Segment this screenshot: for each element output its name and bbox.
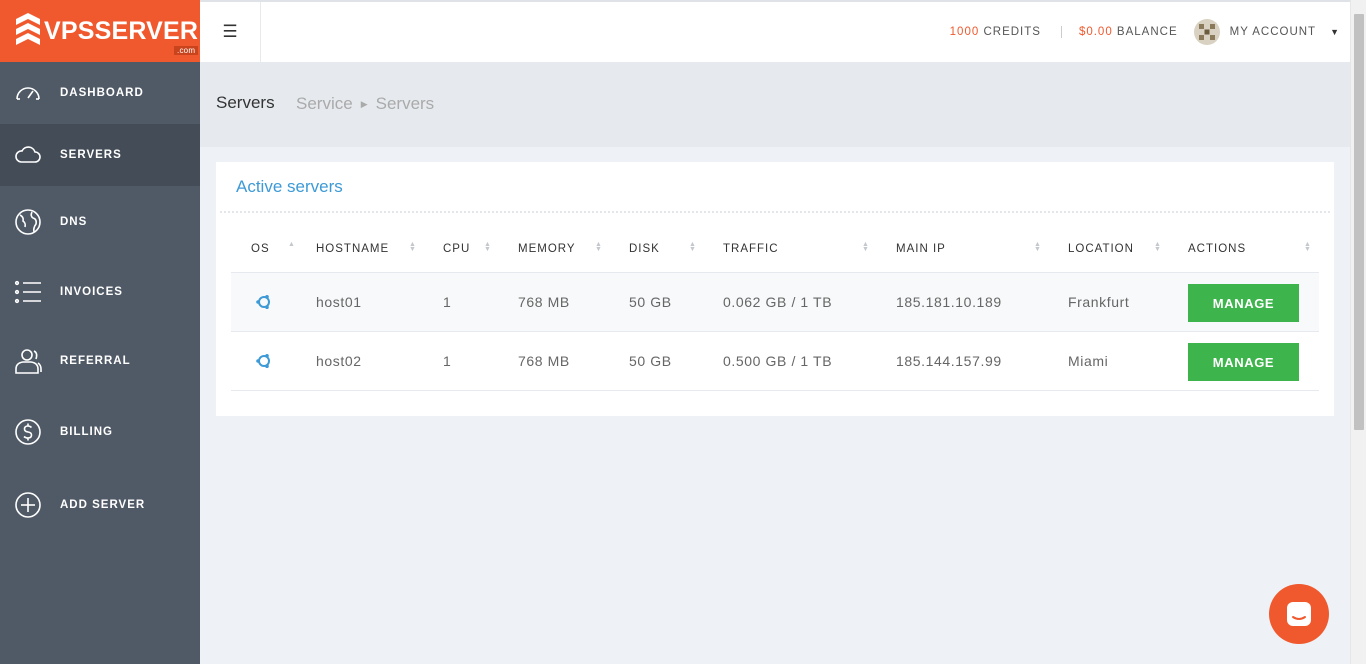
active-servers-card: Active servers OS ▲ HOSTNAME ▲ ▼ CPU ▲ ▼ M…: [216, 162, 1334, 416]
sort-icon[interactable]: ▲ ▼: [1304, 241, 1311, 253]
cell-location: Miami: [1068, 353, 1109, 369]
cell-traffic: 0.500 GB / 1 TB: [723, 353, 833, 369]
avatar-pattern-icon: [1198, 24, 1215, 40]
chevron-down-icon[interactable]: ▼: [1330, 27, 1340, 37]
cell-disk: 50 GB: [629, 353, 672, 369]
sidebar: VPSSERVER .com DASHBOARD SERVERS DNS INV…: [0, 0, 200, 664]
divider: [220, 211, 1330, 213]
sort-icon[interactable]: ▲ ▼: [689, 241, 696, 253]
cell-cpu: 1: [443, 353, 452, 369]
sidebar-item-referral[interactable]: REFERRAL: [0, 331, 200, 391]
column-header-main-ip[interactable]: MAIN IP: [896, 243, 946, 255]
cell-memory: 768 MB: [518, 353, 570, 369]
page-title: Servers: [216, 93, 275, 112]
sort-icon[interactable]: ▲ ▼: [1034, 241, 1041, 253]
cell-traffic: 0.062 GB / 1 TB: [723, 294, 833, 310]
sidebar-item-add-server[interactable]: ADD SERVER: [0, 475, 200, 535]
column-header-os[interactable]: OS: [251, 243, 270, 255]
cell-disk: 50 GB: [629, 294, 672, 310]
sidebar-item-label: SERVERS: [60, 149, 122, 161]
cell-cpu: 1: [443, 294, 452, 310]
column-header-hostname[interactable]: HOSTNAME: [316, 243, 389, 255]
sidebar-item-label: DNS: [60, 216, 88, 228]
breadcrumb-bar: Servers Service ▶ Servers: [200, 62, 1350, 147]
column-header-disk[interactable]: DISK: [629, 243, 660, 255]
sidebar-item-label: BILLING: [60, 426, 113, 438]
logo[interactable]: VPSSERVER .com: [0, 0, 200, 62]
speedometer-icon: [16, 87, 40, 100]
credits-indicator[interactable]: 1000 CREDITS: [950, 26, 1041, 38]
credits-label: CREDITS: [983, 26, 1041, 38]
cell-hostname: host02: [316, 353, 362, 369]
sort-icon[interactable]: ▲ ▼: [409, 241, 416, 253]
divider: [1060, 26, 1062, 38]
sidebar-item-dashboard[interactable]: DASHBOARD: [0, 62, 200, 124]
cell-location: Frankfurt: [1068, 294, 1130, 310]
sidebar-item-label: DASHBOARD: [60, 87, 144, 99]
column-header-traffic[interactable]: TRAFFIC: [723, 243, 779, 255]
topbar: ☰ 1000 CREDITS $0.00 BALANCE MY ACCOUNT …: [200, 0, 1350, 62]
chevron-right-icon: ▶: [360, 98, 368, 109]
breadcrumb-service[interactable]: Service: [296, 94, 353, 114]
my-account-link[interactable]: MY ACCOUNT: [1230, 26, 1316, 38]
sort-icon[interactable]: ▲ ▼: [595, 241, 602, 253]
cell-main-ip: 185.181.10.189: [896, 294, 1002, 310]
hamburger-icon: ☰: [222, 22, 238, 41]
breadcrumb-servers: Servers: [375, 94, 435, 113]
column-header-cpu[interactable]: CPU: [443, 243, 470, 255]
scrollbar[interactable]: [1350, 0, 1366, 664]
users-icon: [15, 349, 42, 374]
sidebar-item-billing[interactable]: BILLING: [0, 402, 200, 462]
manage-button[interactable]: MANAGE: [1188, 343, 1299, 381]
brand-suffix: .com: [174, 45, 199, 55]
balance-label: BALANCE: [1116, 26, 1178, 38]
card-title: Active servers: [236, 177, 343, 196]
logo-icon: [16, 13, 40, 45]
cell-memory: 768 MB: [518, 294, 570, 310]
table-row: host02 1 768 MB 50 GB 0.500 GB / 1 TB 18…: [231, 331, 1319, 390]
manage-button[interactable]: MANAGE: [1188, 284, 1299, 322]
breadcrumb: Service ▶ Servers: [296, 94, 434, 114]
credits-value: 1000: [949, 26, 980, 38]
table-bottom-border: [231, 390, 1319, 391]
logo-text: VPSSERVER .com: [44, 16, 199, 55]
cloud-icon: [15, 146, 41, 163]
plus-circle-icon: [15, 492, 41, 518]
sort-asc-icon[interactable]: ▲: [288, 241, 295, 248]
dollar-icon: [15, 419, 41, 445]
balance-indicator[interactable]: $0.00 BALANCE: [1079, 26, 1178, 38]
column-header-location[interactable]: LOCATION: [1068, 243, 1134, 255]
table-row: host01 1 768 MB 50 GB 0.062 GB / 1 TB 18…: [231, 272, 1319, 331]
column-header-actions[interactable]: ACTIONS: [1188, 243, 1246, 255]
ubuntu-icon: [256, 354, 270, 368]
menu-toggle-button[interactable]: ☰: [200, 2, 261, 62]
cell-main-ip: 185.144.157.99: [896, 353, 1002, 369]
balance-value: $0.00: [1078, 26, 1113, 38]
chat-icon: [1287, 602, 1311, 626]
sidebar-item-invoices[interactable]: INVOICES: [0, 262, 200, 322]
sort-icon[interactable]: ▲ ▼: [862, 241, 869, 253]
chat-launcher-button[interactable]: [1269, 584, 1329, 644]
sort-icon[interactable]: ▲ ▼: [484, 241, 491, 253]
scrollbar-thumb[interactable]: [1354, 14, 1364, 430]
globe-icon: [15, 209, 41, 235]
sort-icon[interactable]: ▲ ▼: [1154, 241, 1161, 253]
ubuntu-icon: [256, 295, 270, 309]
column-header-memory[interactable]: MEMORY: [518, 243, 576, 255]
avatar[interactable]: [1193, 19, 1220, 45]
cell-hostname: host01: [316, 294, 362, 310]
sidebar-item-label: ADD SERVER: [60, 499, 146, 511]
sidebar-item-servers[interactable]: SERVERS: [0, 124, 200, 186]
account-bar: 1000 CREDITS $0.00 BALANCE MY ACCOUNT ▼: [950, 2, 1340, 62]
brand-name: VPSSERVER: [44, 16, 199, 45]
sidebar-item-label: REFERRAL: [60, 355, 131, 367]
list-icon: [14, 280, 41, 304]
sidebar-item-label: INVOICES: [60, 286, 123, 298]
sidebar-item-dns[interactable]: DNS: [0, 192, 200, 252]
